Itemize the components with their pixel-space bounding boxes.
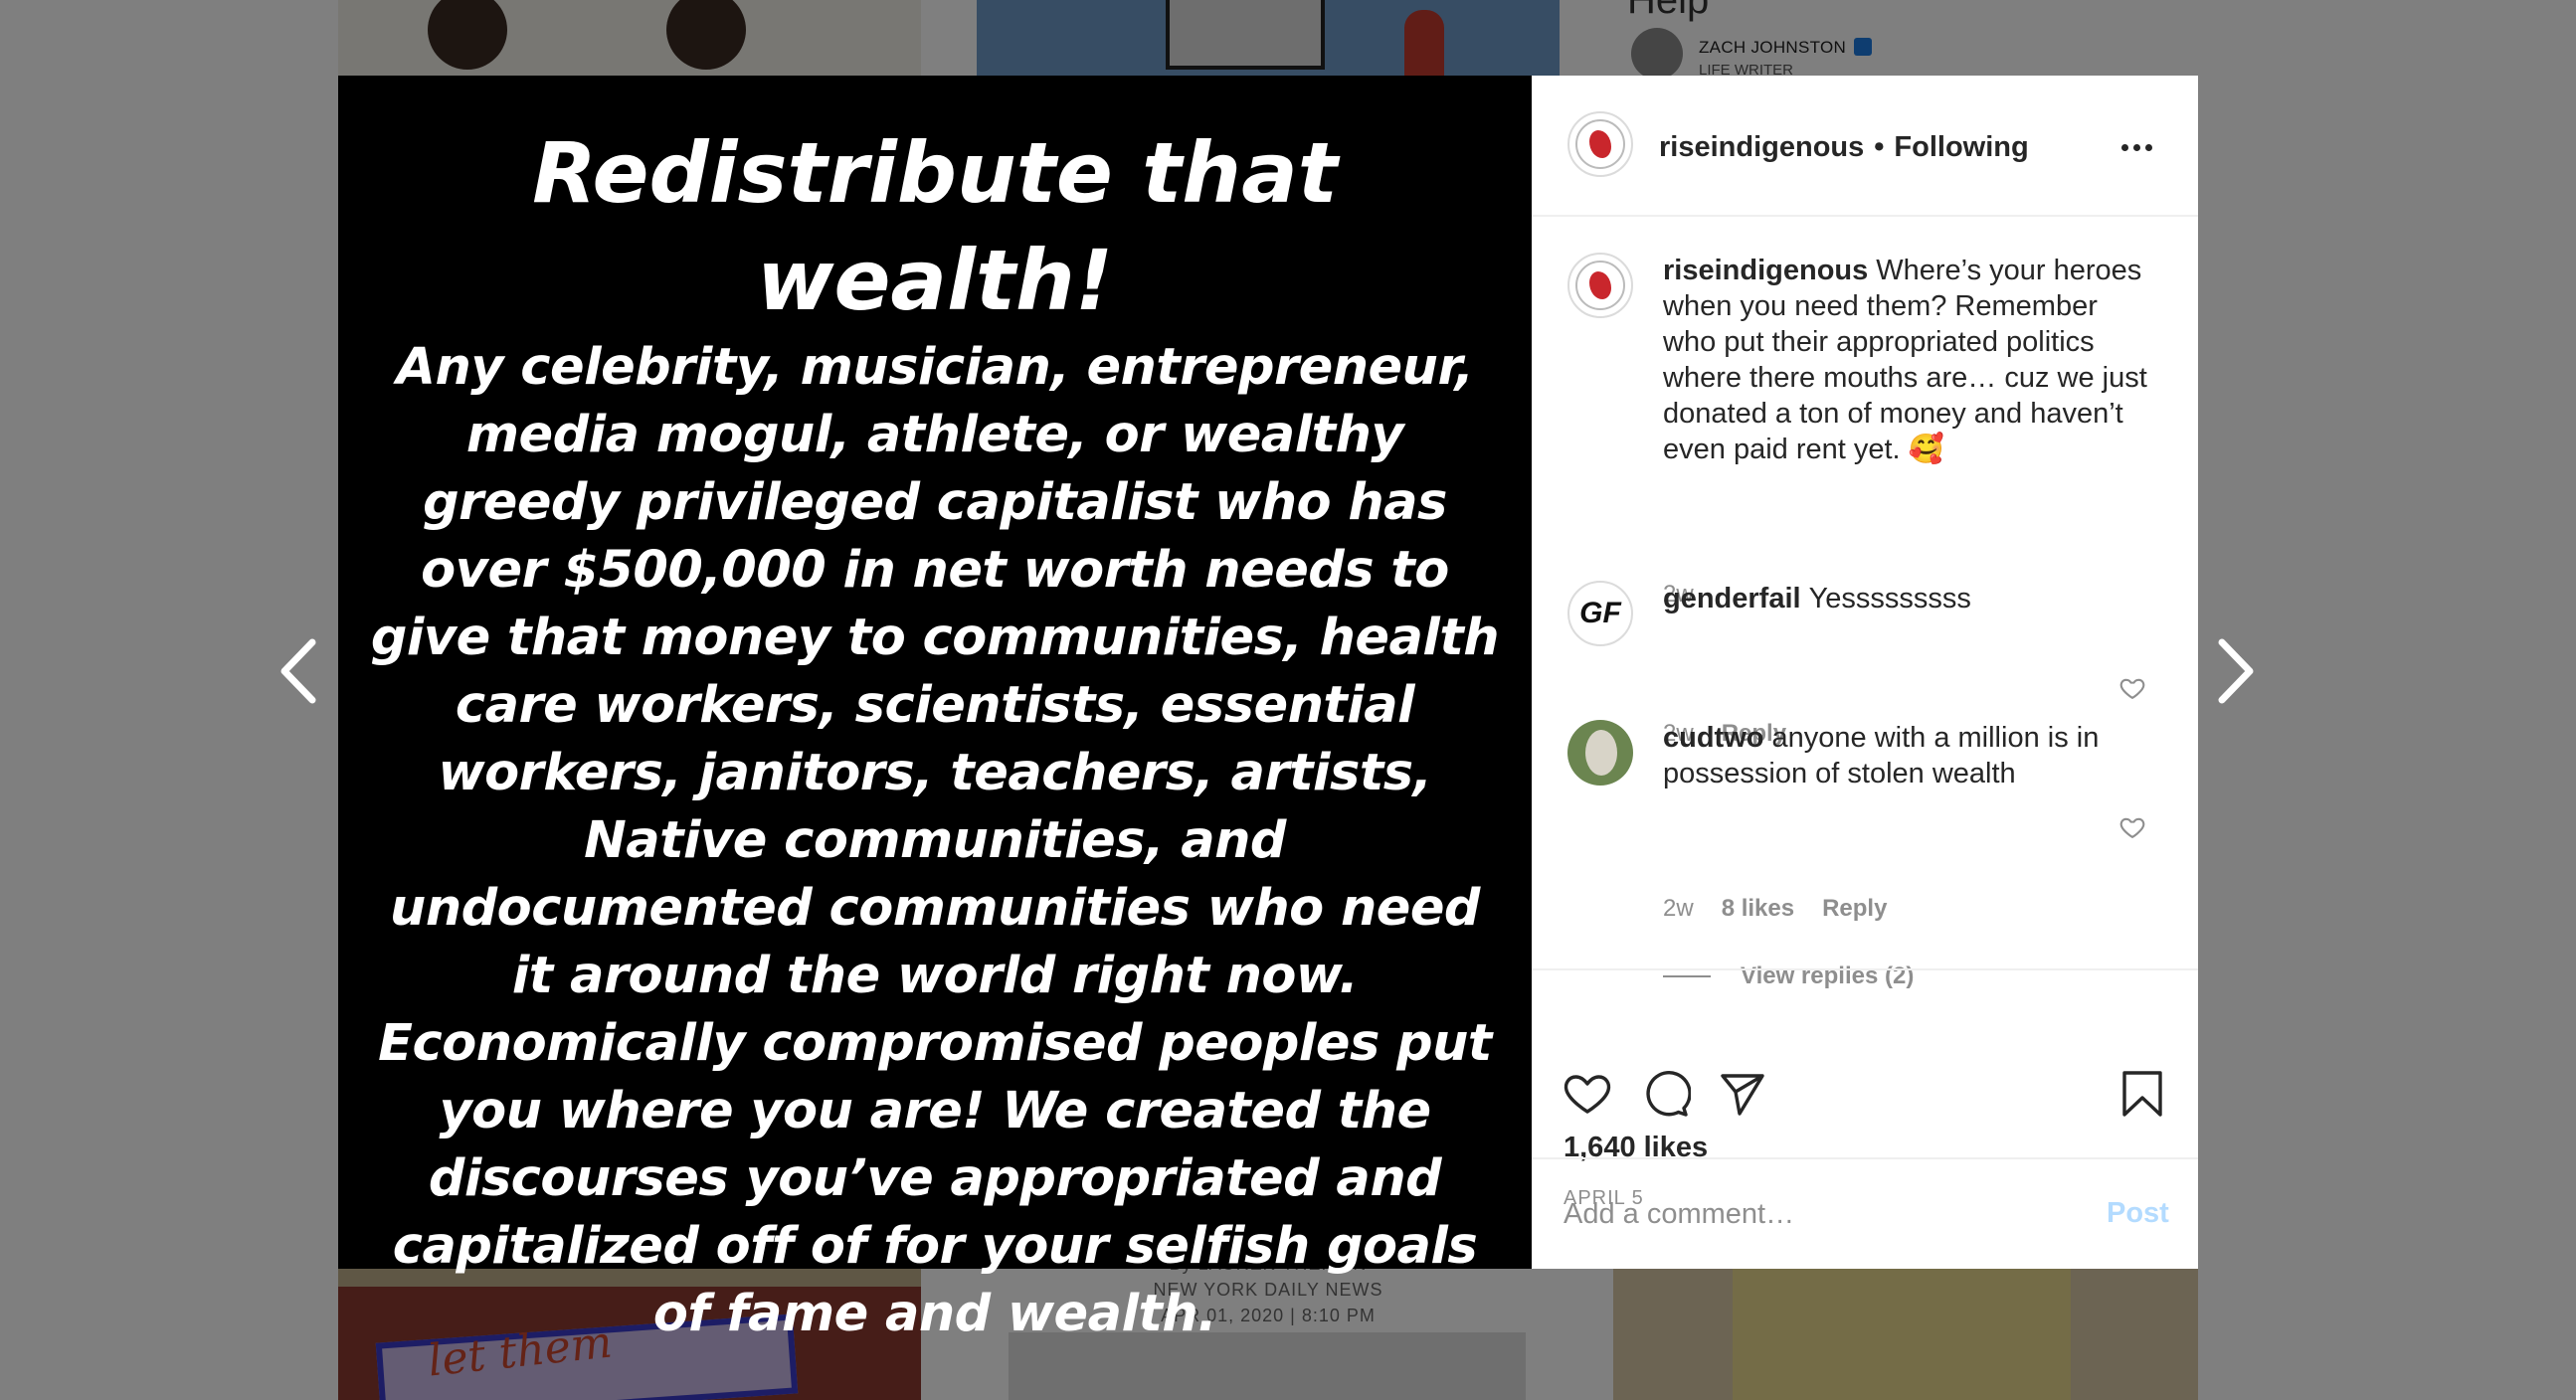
header-username[interactable]: riseindigenous — [1659, 131, 1864, 163]
comment-likes[interactable]: 8 likes — [1722, 895, 1794, 923]
caption-avatar[interactable] — [1567, 253, 1633, 318]
post-image[interactable]: Redistribute that wealth! Any celebrity,… — [338, 76, 1532, 1343]
caption-username[interactable]: riseindigenous — [1663, 255, 1868, 286]
comment-text: Yesssssssss — [1808, 583, 1971, 614]
comment-icon[interactable] — [1639, 1068, 1692, 1120]
comment-username[interactable]: genderfail — [1663, 583, 1801, 614]
chevron-right-icon[interactable] — [2214, 636, 2258, 706]
bookmark-icon[interactable] — [2116, 1068, 2168, 1120]
post-image-body: Any celebrity, musician, entrepreneur, m… — [370, 338, 1500, 1343]
post-side-panel: riseindigenous • Following riseindigenous W… — [1532, 76, 2198, 1269]
post-modal: Redistribute that wealth! Any celebrity,… — [338, 76, 2198, 1343]
comment-time[interactable]: 2w — [1663, 895, 1694, 923]
comment-body: cudtwo anyone with a million is in posses… — [1663, 720, 2150, 791]
heart-icon[interactable] — [2118, 813, 2146, 841]
post-header: riseindigenous • Following — [1532, 76, 2198, 217]
dot — [2120, 143, 2128, 151]
comment-avatar[interactable]: GF — [1567, 581, 1633, 646]
comment-body: genderfail Yesssssssss — [1663, 581, 2150, 616]
header-separator: • — [1874, 131, 1885, 163]
comment-meta: 2w 8 likes Reply — [1663, 895, 1887, 923]
post-image-text: Redistribute that wealth! Any celebrity,… — [368, 119, 1502, 1348]
post-comment-button[interactable]: Post — [2107, 1197, 2169, 1230]
comment-username[interactable]: cudtwo — [1663, 722, 1764, 754]
dot — [2132, 143, 2140, 151]
comment-input[interactable] — [1564, 1189, 2041, 1239]
add-comment-bar: Post — [1532, 1157, 2198, 1269]
heart-icon[interactable] — [2118, 674, 2146, 702]
comment-avatar[interactable] — [1567, 720, 1633, 786]
send-icon[interactable] — [1717, 1068, 1768, 1120]
post-header-title: riseindigenous • Following — [1659, 131, 2029, 164]
chevron-left-icon[interactable] — [276, 636, 320, 706]
follow-status-button[interactable]: Following — [1894, 131, 2028, 163]
heart-icon[interactable] — [1562, 1068, 1613, 1120]
dot — [2144, 143, 2152, 151]
more-options-icon[interactable] — [2116, 127, 2156, 167]
post-image-headline: Redistribute that wealth! — [532, 124, 1338, 329]
avatar-face — [1585, 730, 1617, 776]
post-actions: 1,640 likes APRIL 5 — [1532, 970, 2198, 1209]
profile-avatar[interactable] — [1567, 111, 1633, 177]
caption-body: riseindigenous Where’s your heroes when y… — [1663, 253, 2150, 467]
reply-button[interactable]: Reply — [1822, 895, 1887, 923]
